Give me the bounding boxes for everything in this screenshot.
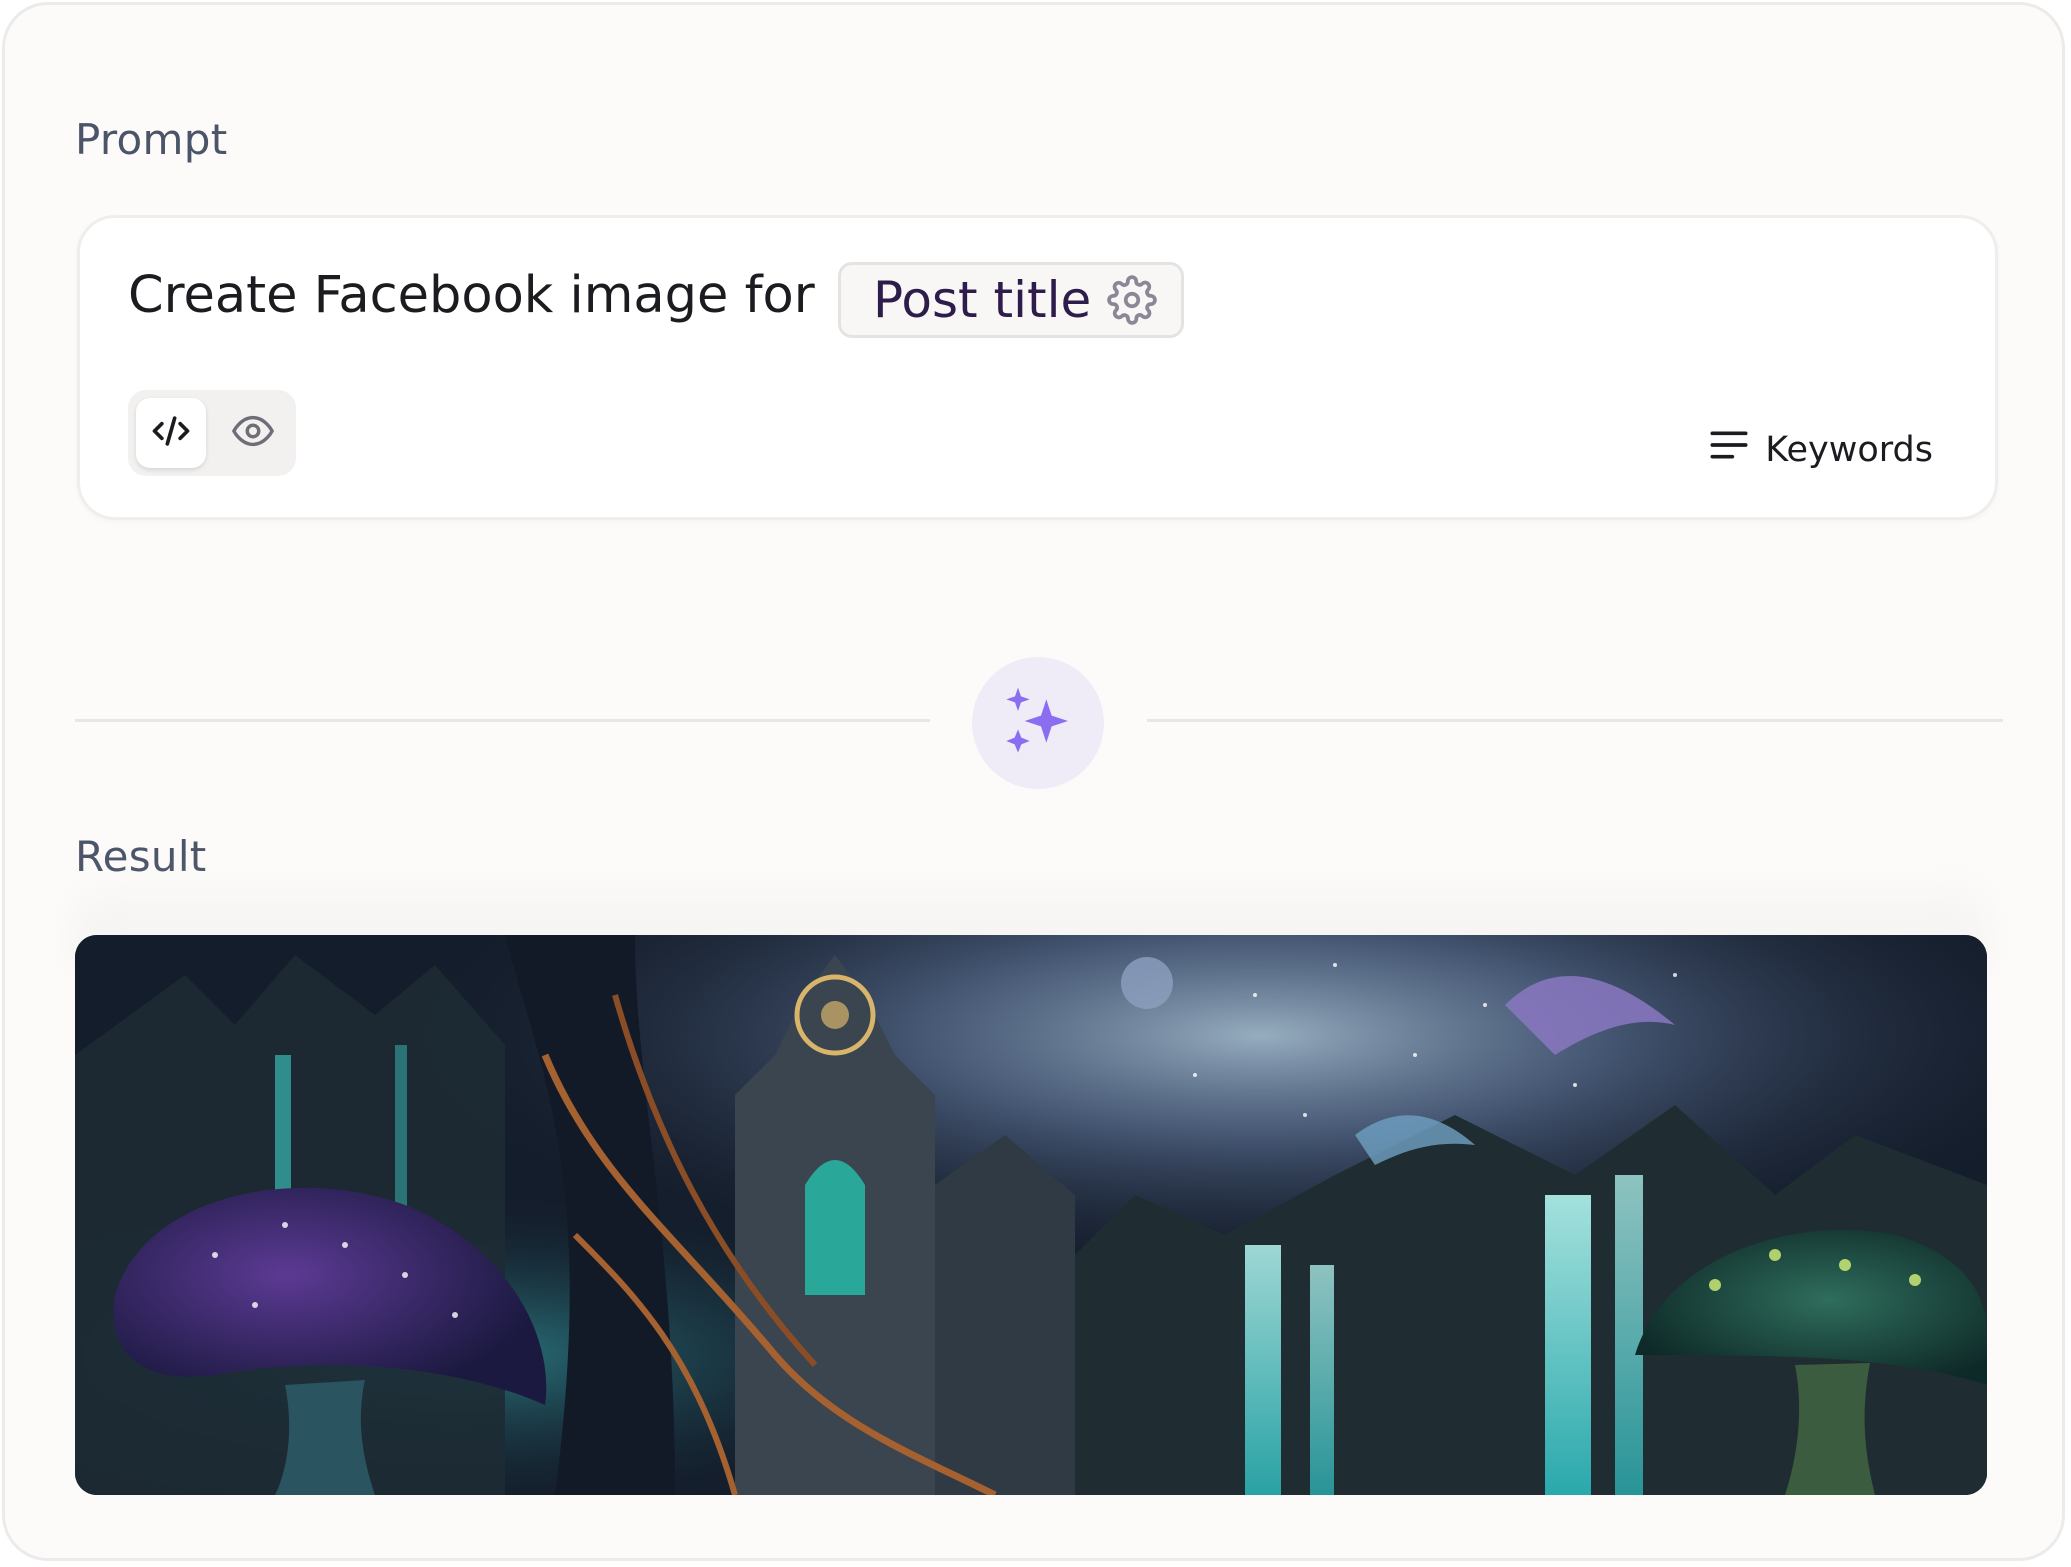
generate-button[interactable] bbox=[972, 657, 1104, 789]
code-icon bbox=[149, 409, 193, 457]
keywords-button[interactable]: Keywords bbox=[1709, 428, 1933, 471]
view-mode-toggle bbox=[128, 390, 296, 476]
divider-left bbox=[75, 719, 930, 722]
sparkles-icon bbox=[998, 681, 1078, 765]
lines-icon bbox=[1709, 428, 1749, 471]
prompt-text[interactable]: Create Facebook image for bbox=[128, 266, 815, 325]
variable-chip-post-title[interactable]: Post title bbox=[838, 262, 1185, 338]
prompt-result-card: Prompt Create Facebook image for Post ti… bbox=[2, 2, 2065, 1561]
gear-icon[interactable] bbox=[1107, 275, 1158, 325]
eye-icon bbox=[230, 408, 276, 458]
prompt-section-label: Prompt bbox=[75, 115, 228, 164]
divider-right bbox=[1147, 719, 2003, 722]
code-view-button[interactable] bbox=[136, 398, 206, 468]
keywords-label: Keywords bbox=[1765, 429, 1933, 470]
variable-chip-label: Post title bbox=[873, 271, 1092, 329]
prompt-editor[interactable]: Create Facebook image for Post title Key… bbox=[77, 215, 1998, 520]
preview-button[interactable] bbox=[218, 398, 288, 468]
result-image[interactable] bbox=[75, 935, 1987, 1495]
